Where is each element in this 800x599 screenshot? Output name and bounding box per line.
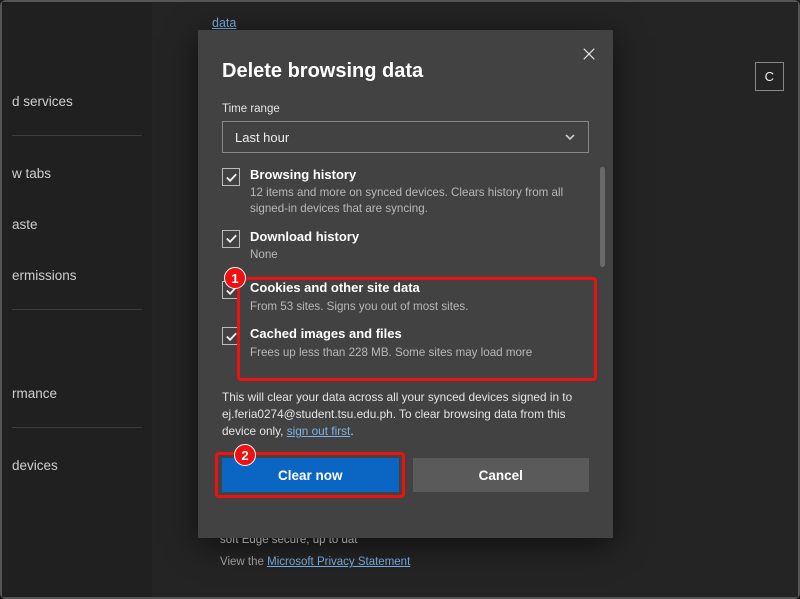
clear-options-list: Browsing history 12 items and more on sy… — [222, 167, 603, 385]
option-desc: 12 items and more on synced devices. Cle… — [250, 185, 585, 216]
sidebar-item-devices[interactable]: devices — [2, 452, 152, 479]
time-range-select[interactable]: Last hour — [222, 121, 589, 153]
annotation-badge-1: 1 — [224, 267, 246, 289]
option-title: Download history — [250, 229, 359, 245]
sidebar-item-paste[interactable]: aste — [2, 211, 152, 238]
sidebar-item-permissions[interactable]: ermissions — [2, 262, 152, 289]
option-desc: From 53 sites. Signs you out of most sit… — [250, 299, 468, 315]
option-desc: None — [250, 247, 359, 263]
chevron-down-icon — [564, 131, 576, 143]
close-button[interactable] — [575, 40, 603, 68]
option-browsing-history[interactable]: Browsing history 12 items and more on sy… — [222, 167, 603, 217]
footnote-post: . — [350, 424, 353, 438]
option-title: Cached images and files — [250, 326, 532, 342]
option-title: Browsing history — [250, 167, 585, 183]
checkbox-browsing-history[interactable] — [222, 168, 240, 186]
data-link[interactable]: data — [212, 16, 236, 30]
sidebar-divider — [12, 309, 142, 310]
sync-footnote: This will clear your data across all you… — [222, 389, 587, 440]
sidebar-item-new-tabs[interactable]: w tabs — [2, 160, 152, 187]
check-icon — [225, 232, 238, 245]
checkbox-download-history[interactable] — [222, 230, 240, 248]
sidebar-divider — [12, 427, 142, 428]
privacy-statement-link[interactable]: Microsoft Privacy Statement — [267, 556, 410, 568]
choose-button[interactable]: C — [755, 62, 784, 91]
time-range-value: Last hour — [235, 130, 289, 145]
time-range-label: Time range — [222, 103, 613, 115]
dialog-button-row: 2 Clear now Cancel — [222, 458, 589, 492]
option-title: Cookies and other site data — [250, 280, 468, 296]
cancel-button[interactable]: Cancel — [413, 458, 590, 492]
option-cookies[interactable]: Cookies and other site data From 53 site… — [222, 280, 603, 314]
settings-sidebar: d services w tabs aste ermissions rmance… — [2, 2, 152, 597]
checkbox-cached[interactable] — [222, 327, 240, 345]
option-desc: Frees up less than 228 MB. Some sites ma… — [250, 345, 532, 361]
check-icon — [225, 171, 238, 184]
privacy-view-line: View the Microsoft Privacy Statement — [220, 556, 410, 568]
sidebar-item-services[interactable]: d services — [2, 88, 152, 115]
close-icon — [582, 47, 596, 61]
options-scrollbar[interactable] — [600, 167, 605, 267]
privacy-view-prefix: View the — [220, 556, 267, 568]
delete-browsing-data-dialog: Delete browsing data Time range Last hou… — [198, 30, 613, 538]
sidebar-divider — [12, 135, 142, 136]
check-icon — [225, 330, 238, 343]
option-download-history[interactable]: Download history None — [222, 229, 603, 263]
option-cached[interactable]: Cached images and files Frees up less th… — [222, 326, 603, 360]
sidebar-item-performance[interactable]: rmance — [2, 380, 152, 407]
dialog-title: Delete browsing data — [222, 60, 613, 83]
sign-out-link[interactable]: sign out first — [287, 424, 351, 438]
footnote-text: This will clear your data across all you… — [222, 390, 572, 438]
